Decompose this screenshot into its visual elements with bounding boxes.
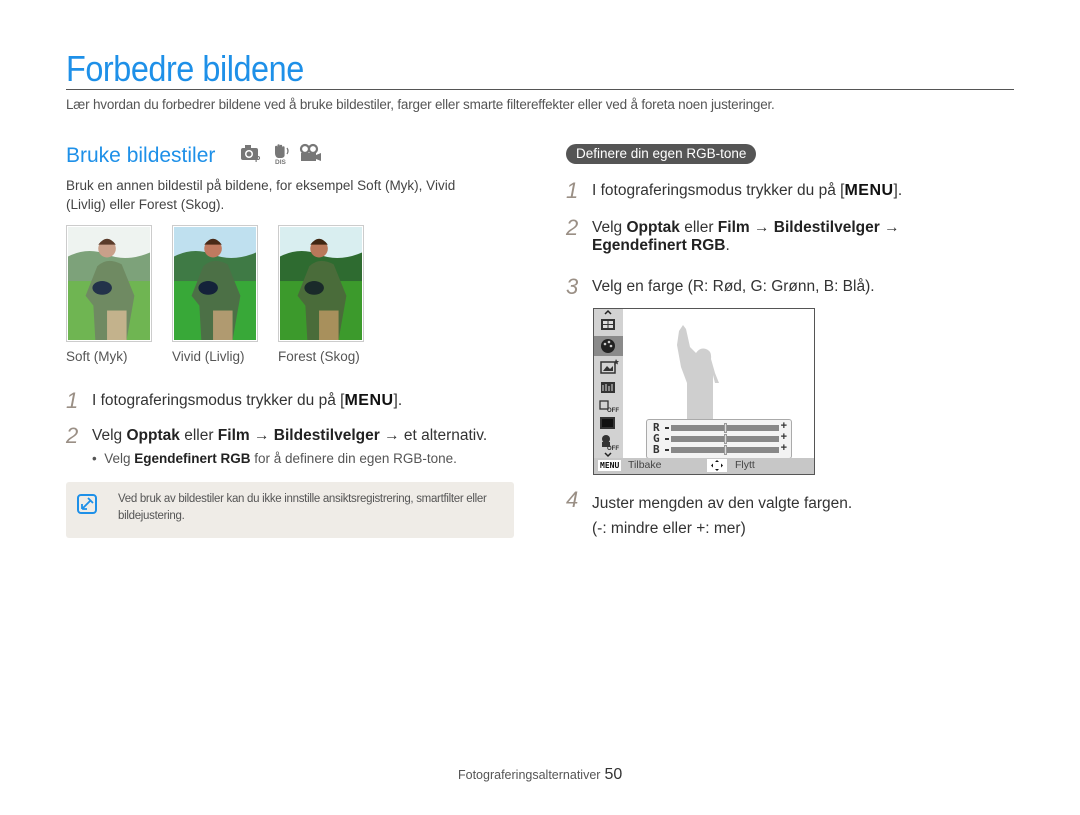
step-text: eller <box>179 427 218 444</box>
menu-key: MENU <box>844 182 894 199</box>
slider-thumb[interactable] <box>723 423 727 433</box>
menu-button-icon[interactable]: MENU <box>598 460 622 471</box>
style-thumbnail-forest <box>278 225 364 342</box>
minus-icon <box>665 449 669 451</box>
footer-section: Fotograferingsalternativer <box>458 768 601 782</box>
step-text: Juster mengden av den valgte fargen. <box>592 495 853 512</box>
rgb-slider-b[interactable]: B + <box>653 442 787 456</box>
menu-egendefinert-rgb: Egendefinert RGB <box>592 237 726 254</box>
metering-icon <box>601 319 615 330</box>
plus-icon: + <box>780 442 787 454</box>
step-number: 3 <box>566 274 579 299</box>
bullet-text: Velg <box>104 451 135 466</box>
step-text: eller <box>679 219 718 236</box>
thumbnail-label-vivid: Vivid (Livlig) <box>172 349 245 364</box>
intro-text: Lær hvordan du forbedrer bildene ved å b… <box>66 97 775 112</box>
movie-camera-icon <box>299 143 321 161</box>
camera-program-icon: P <box>241 145 261 163</box>
svg-text:OFF: OFF <box>607 408 619 414</box>
slider-thumb[interactable] <box>723 445 727 455</box>
step-text: Velg en farge (R: Rød, G: Grønn, B: Blå)… <box>592 278 875 295</box>
bullet-item: • Velg Egendefinert RGB for å definere d… <box>92 451 457 466</box>
section-title: Bruke bildestiler <box>66 144 216 167</box>
rgb-slider-g[interactable]: G + <box>653 431 787 445</box>
scroll-down-icon <box>604 452 612 458</box>
dual-is-icon: DIS <box>275 144 289 165</box>
style-thumbnail-soft <box>66 225 152 342</box>
step-number: 1 <box>66 388 79 413</box>
page-number: 50 <box>604 766 623 783</box>
step-text-end: ]. <box>393 392 403 409</box>
rgb-slider-r[interactable]: R + <box>653 420 787 434</box>
step-text: I fotograferingsmodus trykker du på [ <box>92 392 345 409</box>
voice-off-icon: OFF <box>602 435 619 452</box>
mode-icons: P DIS <box>240 143 322 165</box>
step-text-end: → et alternativ. <box>379 427 488 444</box>
step-number: 2 <box>66 423 79 448</box>
menu-opptak: Opptak <box>626 219 680 236</box>
note-box: Ved bruk av bildestiler kan du ikke inns… <box>66 482 514 538</box>
arrow-text: → <box>249 427 274 444</box>
step-text: I fotograferingsmodus trykker du på [ <box>592 182 845 199</box>
side-menu-icons: OFF OFF <box>599 309 619 458</box>
photographer-image <box>68 227 150 340</box>
page-title: Forbedre bildene <box>66 48 304 89</box>
bullet-dot: • <box>92 451 105 466</box>
step-text: Velg <box>592 219 627 236</box>
menu-opptak: Opptak <box>126 427 180 444</box>
menu-film: Film <box>217 427 250 444</box>
minus-icon <box>665 427 669 429</box>
channel-label: B <box>653 443 660 456</box>
menu-key: MENU <box>344 392 394 409</box>
photographer-image <box>280 227 362 340</box>
move-label: Flytt <box>735 459 755 471</box>
thumbnail-label-soft: Soft (Myk) <box>66 349 128 364</box>
arrow-text: → <box>879 219 900 236</box>
back-label: Tilbake <box>628 459 662 471</box>
step-text-end: . <box>725 237 730 254</box>
bullet-bold: Egendefinert RGB <box>134 451 251 466</box>
menu-bildestilvelger: Bildestilvelger <box>273 427 380 444</box>
svg-text:OFF: OFF <box>607 446 619 452</box>
arrow-text: → <box>749 219 774 236</box>
bullet-text-end: for å definere din egen RGB-tone. <box>250 451 457 466</box>
menu-bildestilvelger: Bildestilvelger <box>773 219 880 236</box>
subject-silhouette <box>677 325 719 423</box>
smart-filter-icon <box>600 359 619 374</box>
scroll-up-icon <box>604 309 612 315</box>
svg-text:DIS: DIS <box>275 159 287 165</box>
move-dpad-icon <box>707 459 727 472</box>
face-detection-off-icon: OFF <box>599 400 619 414</box>
note-pencil-icon <box>77 494 97 514</box>
section-description: Bruk en annen bildestil på bildene, for … <box>66 178 456 212</box>
step-text-line2: (-: mindre eller +: mer) <box>592 520 746 537</box>
subsection-pill: Definere din egen RGB-tone <box>566 144 757 164</box>
camera-side-menu: OFF OFF <box>594 309 623 459</box>
step-text-end: ]. <box>893 182 903 199</box>
minus-icon <box>665 438 669 440</box>
page-footer: Fotograferingsalternativer 50 <box>458 766 622 784</box>
step-number: 2 <box>566 215 579 240</box>
step-number: 1 <box>566 178 579 203</box>
rgb-adjust-panel: R + G + B + <box>646 419 792 459</box>
title-divider <box>66 89 1014 90</box>
step-number: 4 <box>566 487 579 512</box>
style-thumbnail-vivid <box>172 225 258 342</box>
step-text: Velg <box>92 427 127 444</box>
photo-style-palette-icon <box>601 339 615 353</box>
svg-text:P: P <box>255 155 261 163</box>
thumbnail-label-forest: Forest (Skog) <box>278 349 360 364</box>
camera-screen: OFF OFF R + G + B + MENU Tilbake Flytt <box>593 308 815 475</box>
image-adjust-icon <box>601 382 615 393</box>
display-icon <box>600 417 615 429</box>
note-text: Ved bruk av bildestiler kan du ikke inns… <box>118 493 487 522</box>
menu-film: Film <box>717 219 750 236</box>
camera-bottom-bar: MENU Tilbake Flytt <box>594 458 814 474</box>
slider-thumb[interactable] <box>723 434 727 444</box>
photographer-image <box>174 227 256 340</box>
